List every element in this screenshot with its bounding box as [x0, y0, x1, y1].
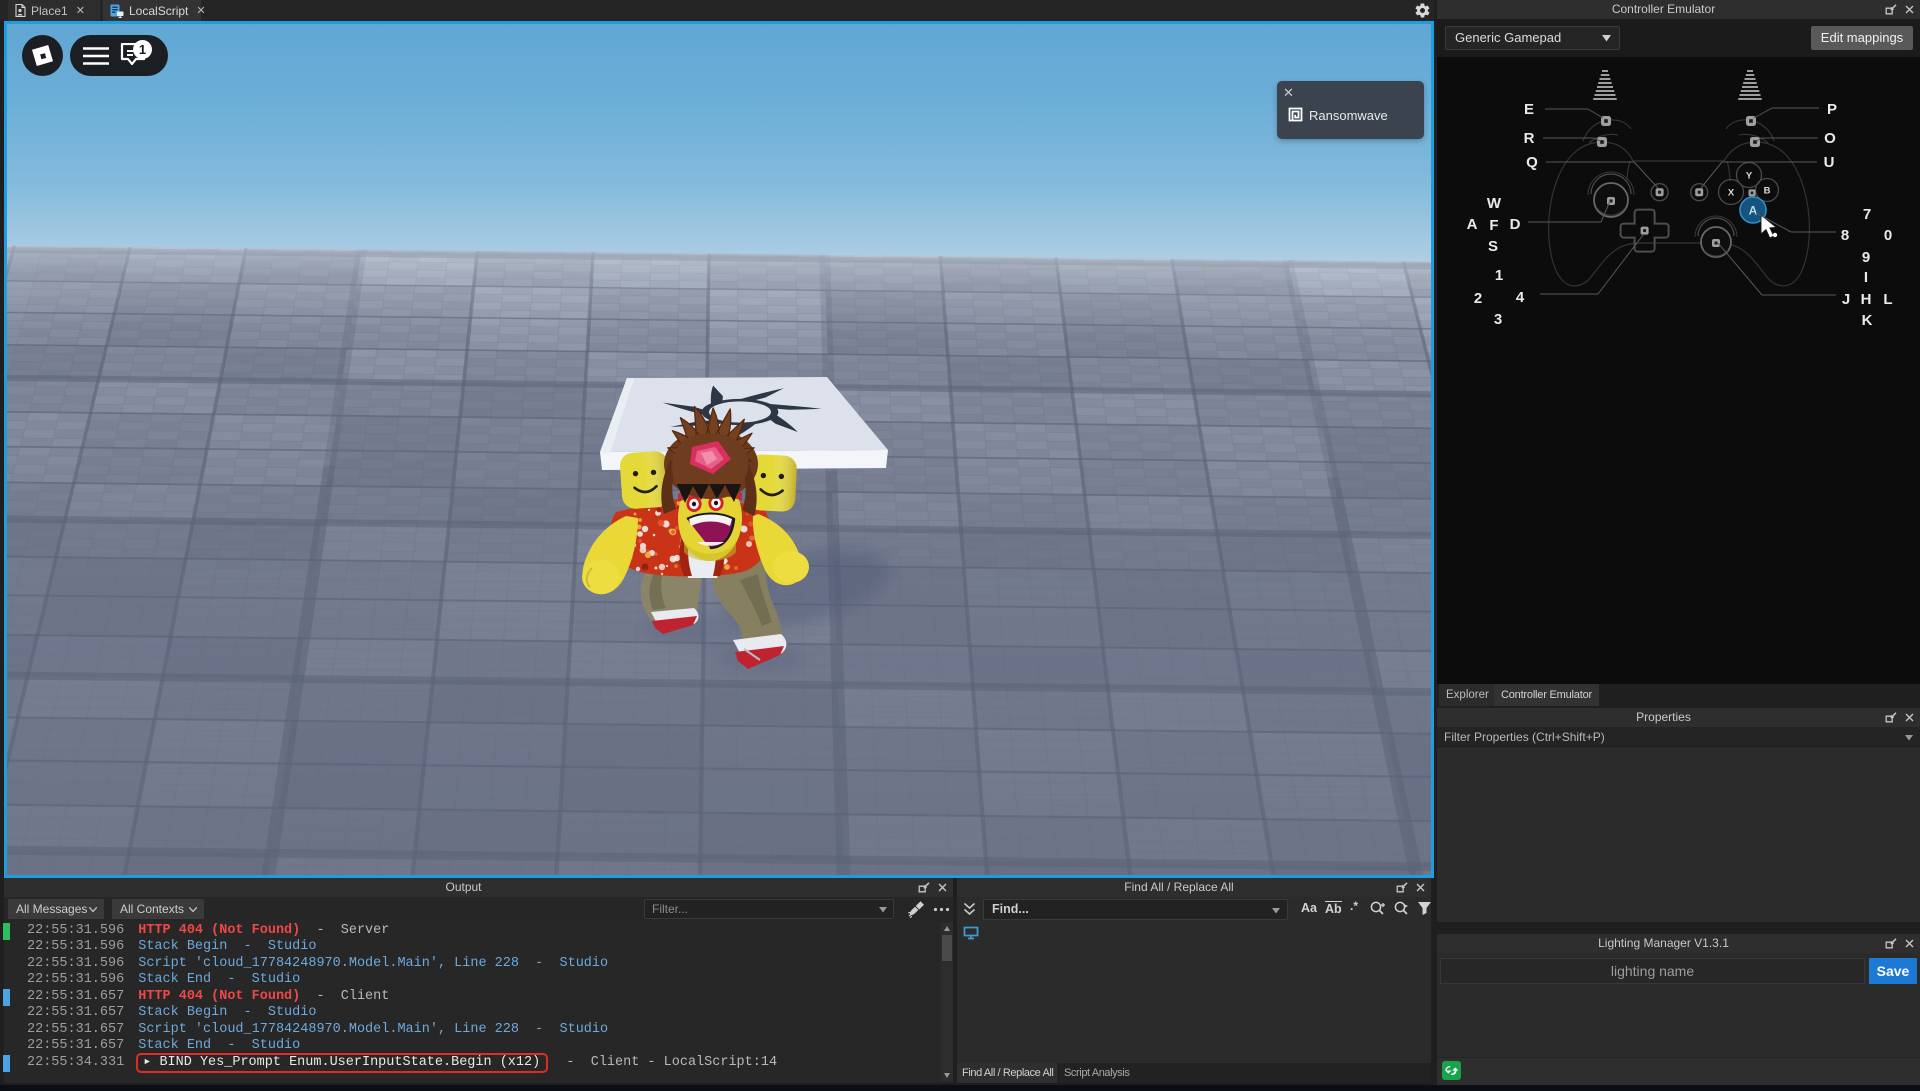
- svg-text:L: L: [1883, 291, 1892, 308]
- svg-text:J: J: [1842, 291, 1850, 308]
- svg-text:D: D: [1510, 216, 1521, 233]
- svg-text:Y: Y: [1746, 171, 1753, 182]
- svg-text:9: 9: [1862, 249, 1870, 266]
- svg-text:R: R: [1524, 130, 1535, 147]
- svg-text:I: I: [1864, 269, 1868, 286]
- svg-text:K: K: [1862, 312, 1873, 329]
- svg-text:F: F: [1489, 217, 1498, 234]
- svg-text:3: 3: [1494, 311, 1502, 328]
- svg-text:4: 4: [1516, 289, 1525, 306]
- svg-text:0: 0: [1884, 227, 1892, 244]
- svg-text:8: 8: [1841, 227, 1849, 244]
- svg-text:X: X: [1728, 188, 1735, 199]
- svg-text:E: E: [1524, 101, 1534, 118]
- svg-text:2: 2: [1474, 290, 1482, 307]
- svg-text:S: S: [1488, 238, 1498, 255]
- svg-text:Q: Q: [1526, 154, 1538, 171]
- svg-text:O: O: [1824, 130, 1836, 147]
- svg-text:H: H: [1861, 291, 1872, 308]
- svg-text:A: A: [1467, 216, 1478, 233]
- svg-text:B: B: [1764, 186, 1771, 197]
- svg-text:P: P: [1827, 101, 1837, 118]
- svg-text:1: 1: [1495, 267, 1503, 284]
- svg-text:A: A: [1749, 204, 1758, 218]
- svg-text:U: U: [1824, 154, 1835, 171]
- svg-text:7: 7: [1863, 206, 1871, 223]
- svg-text:W: W: [1487, 195, 1502, 212]
